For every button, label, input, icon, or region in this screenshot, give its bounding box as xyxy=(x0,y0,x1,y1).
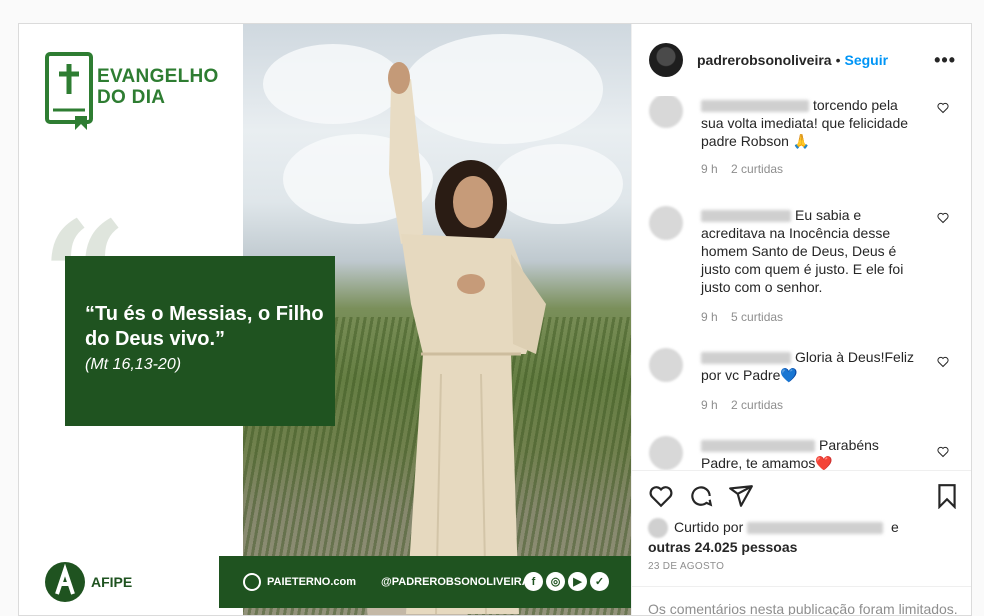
cross-bible-icon xyxy=(45,52,93,130)
comment-meta: 9 h 2 curtidas xyxy=(701,162,793,176)
comment-time: 9 h xyxy=(701,162,718,176)
share-icon[interactable] xyxy=(728,483,754,509)
likes-connector: e xyxy=(891,519,899,535)
facebook-icon: f xyxy=(524,572,543,591)
comment-likes[interactable]: 5 curtidas xyxy=(731,310,783,324)
heart-icon[interactable] xyxy=(937,102,949,114)
separator-dot: • xyxy=(835,52,841,68)
post-image[interactable]: EVANGELHO DO DIA “ “Tu és o Messias, o F… xyxy=(19,24,631,615)
commenter-name-redacted[interactable] xyxy=(701,100,809,113)
footer-site: PAIETERNO.com xyxy=(243,556,356,608)
follow-button[interactable]: Seguir xyxy=(845,52,889,68)
comments-limited-notice: Os comentários nesta publicação foram li… xyxy=(632,586,971,615)
footer-site-label: PAIETERNO.com xyxy=(267,576,357,588)
twitter-icon: ✓ xyxy=(590,572,609,591)
comment-icon[interactable] xyxy=(688,483,714,509)
post-date[interactable]: 23 DE AGOSTO xyxy=(648,561,724,572)
instagram-post: EVANGELHO DO DIA “ “Tu és o Messias, o F… xyxy=(18,23,972,616)
commenter-name-redacted[interactable] xyxy=(701,440,815,453)
commenter-avatar[interactable] xyxy=(649,348,683,382)
quote-box: “Tu és o Messias, o Filho do Deus vivo.”… xyxy=(65,256,335,426)
more-options-icon[interactable]: ••• xyxy=(934,50,956,71)
commenter-avatar[interactable] xyxy=(649,206,683,240)
quote-text: “Tu és o Messias, o Filho do Deus vivo.” xyxy=(85,303,324,350)
comment-likes[interactable]: 2 curtidas xyxy=(731,162,783,176)
post-side-panel: padrerobsonoliveira • Seguir ••• torcend… xyxy=(631,24,971,615)
avatar[interactable] xyxy=(649,43,683,77)
instagram-icon: ◎ xyxy=(546,572,565,591)
comment-likes[interactable]: 2 curtidas xyxy=(731,398,783,412)
globe-icon xyxy=(243,573,261,591)
youtube-icon: ▶ xyxy=(568,572,587,591)
afipe-icon xyxy=(45,562,85,602)
commenter-avatar[interactable] xyxy=(649,96,683,128)
robed-figure xyxy=(388,62,546,614)
comment-meta: 9 h 5 curtidas xyxy=(701,310,793,324)
footer-handle: @PADREROBSONOLIVEIRA xyxy=(381,576,530,588)
afipe-logo: AFIPE xyxy=(45,562,132,602)
afipe-name: AFIPE xyxy=(91,574,133,590)
comment-time: 9 h xyxy=(701,310,718,324)
logo-title: EVANGELHO DO DIA xyxy=(97,66,219,108)
comment-meta: 9 h 2 curtidas xyxy=(701,398,793,412)
image-footer-bar: PAIETERNO.com @PADREROBSONOLIVEIRA f ◎ ▶… xyxy=(219,556,631,608)
heart-icon[interactable] xyxy=(937,356,949,368)
heart-icon[interactable] xyxy=(937,212,949,224)
commenter-avatar[interactable] xyxy=(649,436,683,470)
heart-icon[interactable] xyxy=(937,446,949,458)
likes-prefix: Curtido por xyxy=(674,519,744,535)
commenter-name-redacted[interactable] xyxy=(701,210,791,223)
quote-reference: (Mt 16,13-20) xyxy=(85,356,182,373)
liker-name-redacted[interactable] xyxy=(747,522,884,535)
likes-others[interactable]: outras 24.025 pessoas xyxy=(648,539,797,555)
evangelho-logo: EVANGELHO DO DIA xyxy=(45,52,245,132)
heart-icon[interactable] xyxy=(648,483,674,509)
comment-time: 9 h xyxy=(701,398,718,412)
social-icons: f ◎ ▶ ✓ xyxy=(524,572,609,591)
commenter-name-redacted[interactable] xyxy=(701,352,791,365)
comments-list[interactable]: torcendo pela sua volta imediata! que fe… xyxy=(632,96,971,470)
liker-avatar[interactable] xyxy=(648,518,668,539)
username-link[interactable]: padrerobsonoliveira xyxy=(697,52,832,68)
action-bar xyxy=(632,470,971,521)
likes-summary: Curtido por e outras 24.025 pessoas xyxy=(648,518,958,556)
post-header: padrerobsonoliveira • Seguir ••• xyxy=(632,24,971,96)
bookmark-icon[interactable] xyxy=(934,483,960,509)
